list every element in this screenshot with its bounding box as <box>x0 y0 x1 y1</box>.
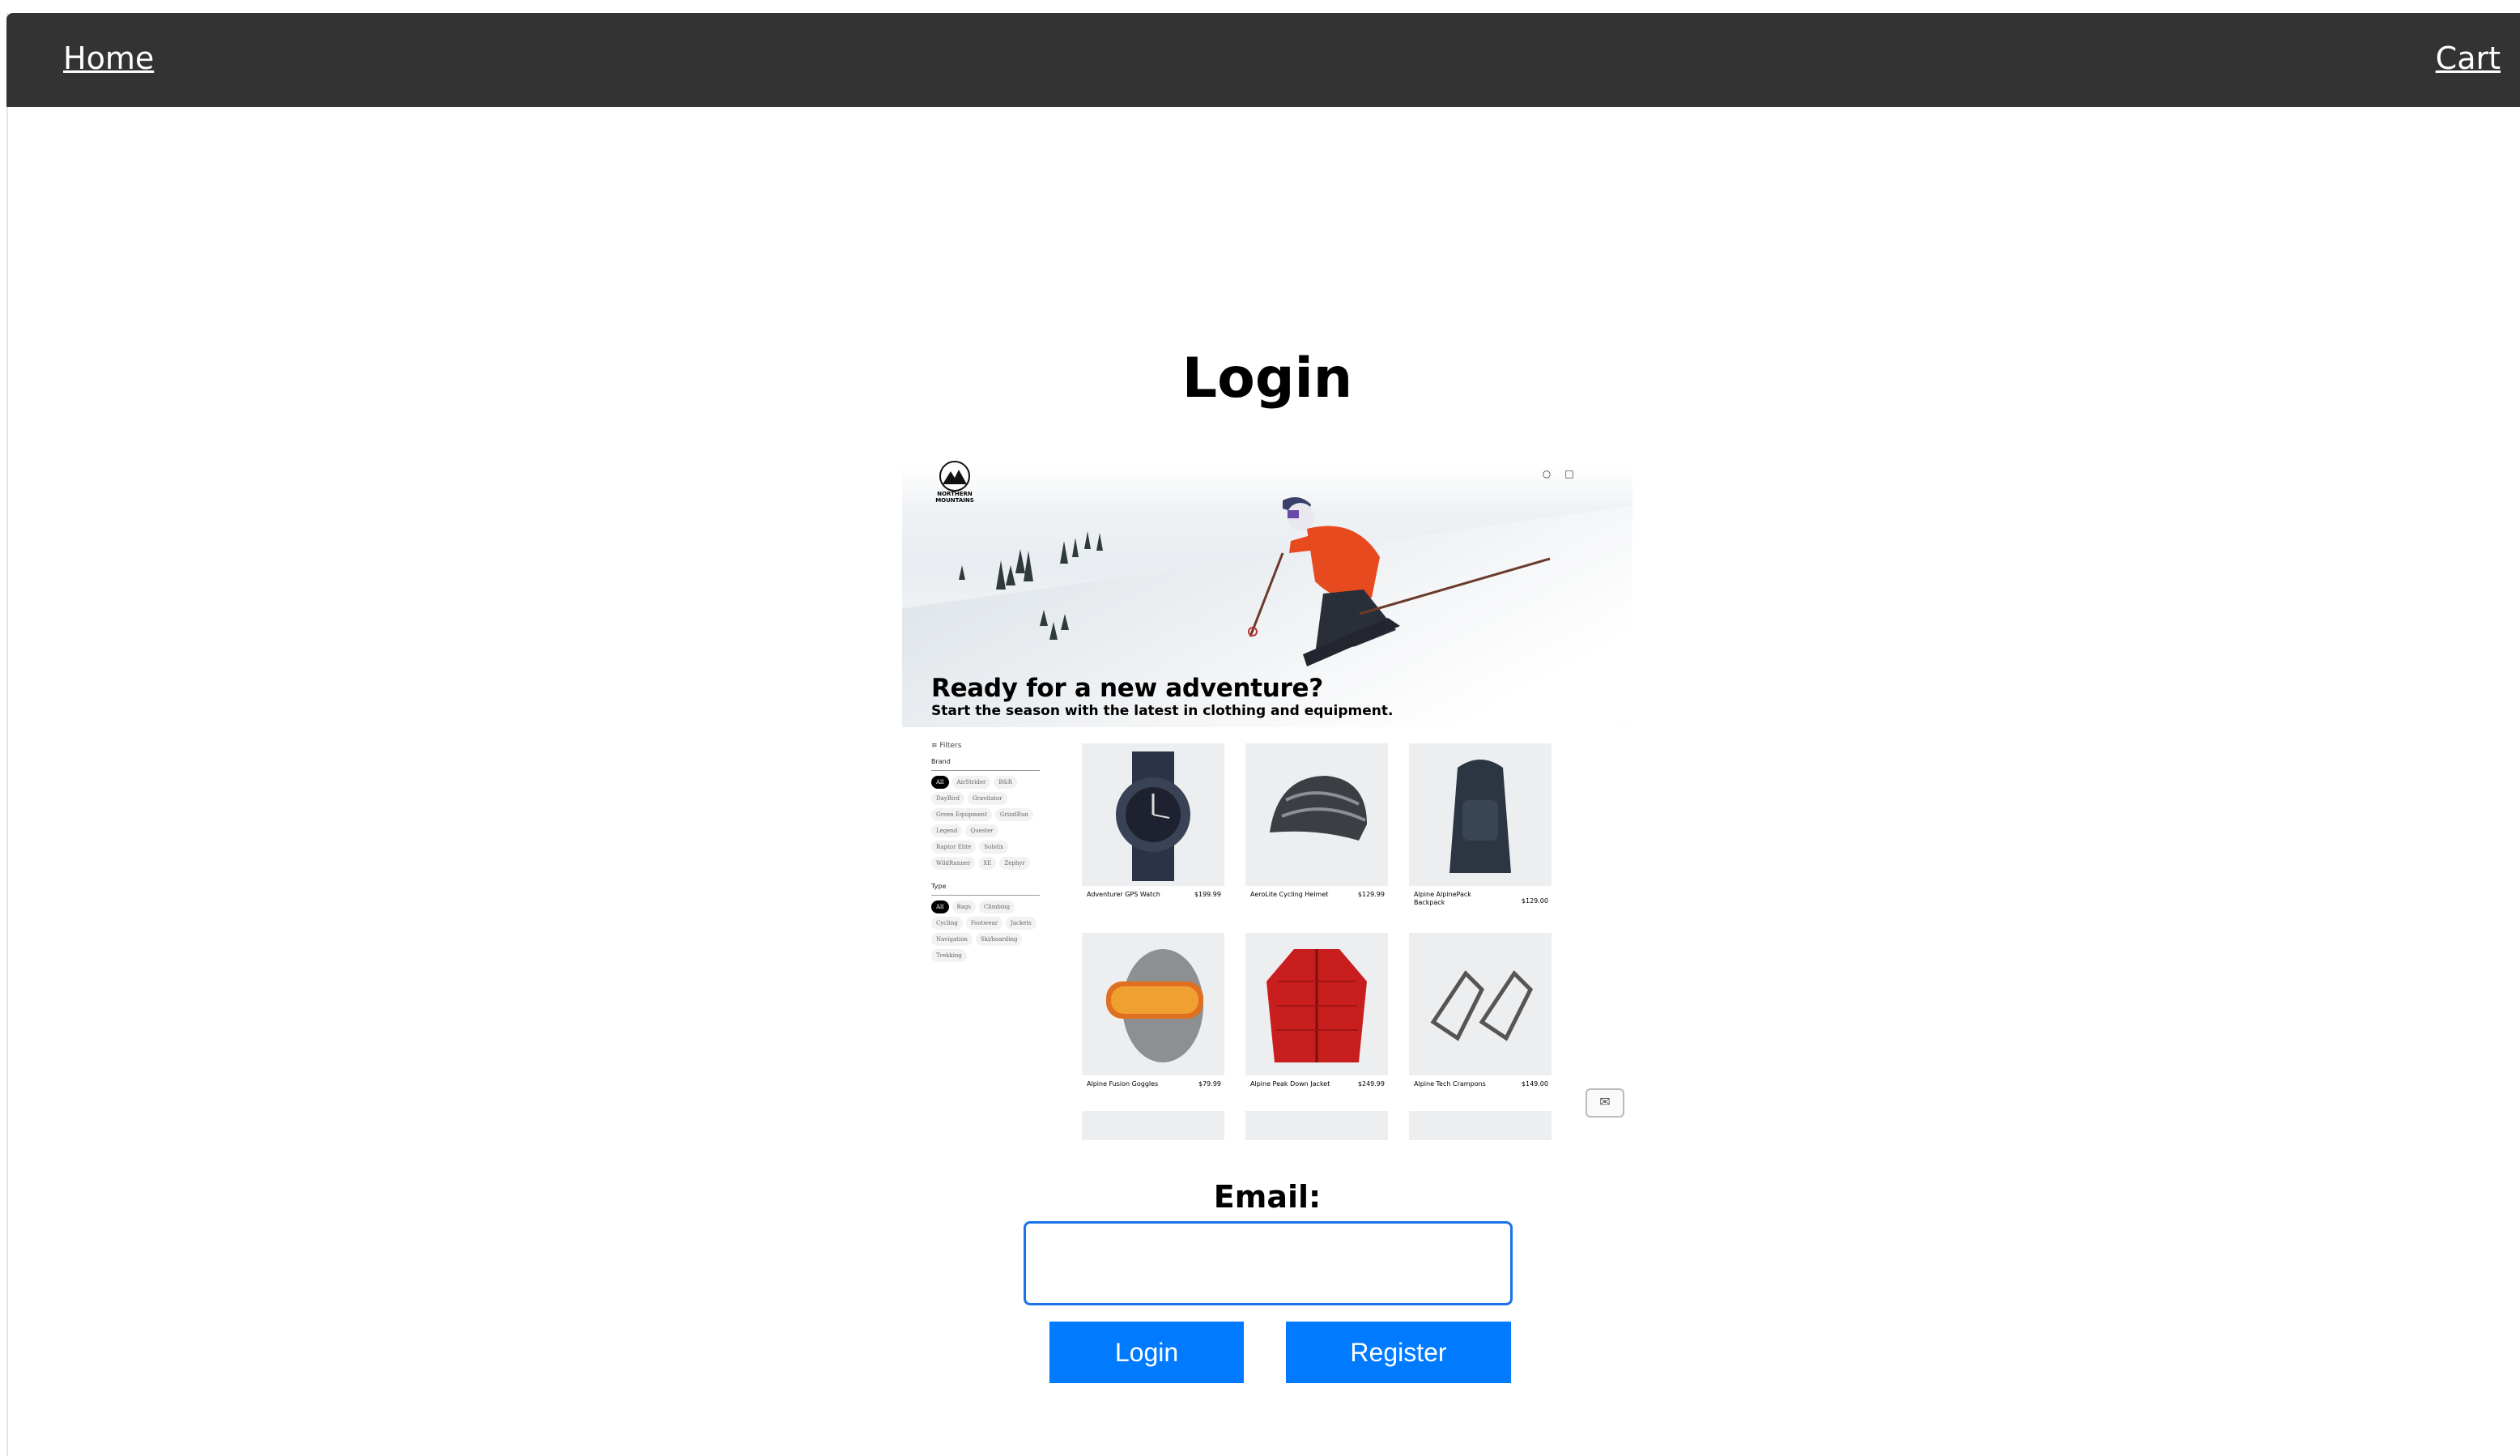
filter-chip[interactable]: Bags <box>951 900 976 913</box>
product-image <box>1409 933 1552 1075</box>
login-button[interactable]: Login <box>1049 1322 1244 1383</box>
bag-icon[interactable]: □ <box>1563 468 1576 481</box>
filters-panel: ≡ Filters Brand All AirStrider B&R DayBird G… <box>931 742 1040 975</box>
filter-chip[interactable]: Green Equipment <box>931 808 992 821</box>
product-price: $129.99 <box>1357 891 1385 898</box>
email-input[interactable] <box>1024 1221 1513 1305</box>
product-name: Alpine Tech Crampons <box>1414 1080 1486 1088</box>
top-navbar: Home Cart <box>6 13 2520 107</box>
product-price: $129.00 <box>1521 897 1548 905</box>
jacket-icon <box>1266 949 1367 1062</box>
filter-chip[interactable]: XE <box>978 857 997 870</box>
product-card-partial <box>1082 1111 1224 1140</box>
filter-chip[interactable]: Quester <box>965 824 998 837</box>
goggles-icon <box>1106 949 1203 1062</box>
filter-chip[interactable]: Solstix <box>979 841 1009 854</box>
chat-icon[interactable]: ✉ <box>1586 1088 1624 1118</box>
product-card[interactable]: AeroLite Cycling Helmet $129.99 <box>1245 743 1388 898</box>
product-image <box>1245 933 1388 1075</box>
filter-chip[interactable]: Zephyr <box>999 857 1030 870</box>
filter-chip[interactable]: All <box>931 900 949 913</box>
filter-chip[interactable]: B&R <box>994 776 1018 789</box>
filter-chip[interactable]: WildRunner <box>931 857 976 870</box>
product-image <box>1409 743 1552 886</box>
product-price: $249.99 <box>1357 1080 1385 1088</box>
product-name: Adventurer GPS Watch <box>1087 891 1160 898</box>
filter-chip[interactable]: All <box>931 776 949 789</box>
product-image <box>1245 743 1388 886</box>
page-title: Login <box>1181 347 1353 411</box>
brand-chips: All AirStrider B&R DayBird Gravitator Green E… <box>931 776 1040 870</box>
product-card[interactable]: Alpine AlpinePack Backpack $129.00 <box>1409 743 1552 906</box>
brand-logo-text: NORTHERN MOUNTAINS <box>935 491 974 504</box>
type-chips: All Bags Climbing Cycling Footwear Jackets Nav… <box>931 900 1040 962</box>
product-price: $199.99 <box>1194 891 1221 898</box>
filter-chip[interactable]: DayBird <box>931 792 964 805</box>
product-price: $149.00 <box>1521 1080 1548 1088</box>
filter-chip[interactable]: Cycling <box>931 917 963 930</box>
filter-chip[interactable]: Navigation <box>931 933 973 946</box>
hero-title: Ready for a new adventure? <box>931 674 1323 703</box>
hero-banner: NORTHERN MOUNTAINS ○ □ Ready for a new a… <box>902 460 1632 727</box>
product-card[interactable]: Alpine Tech Crampons $149.00 <box>1409 933 1552 1088</box>
filter-chip[interactable]: Raptor Elite <box>931 841 977 854</box>
product-name: Alpine AlpinePack Backpack <box>1414 891 1471 906</box>
filter-chip[interactable]: Ski/boarding <box>975 933 1023 946</box>
product-card[interactable]: Adventurer GPS Watch $199.99 <box>1082 743 1224 898</box>
hero-subtitle: Start the season with the latest in clot… <box>931 703 1394 719</box>
product-price: $79.99 <box>1198 1080 1221 1088</box>
helmet-icon <box>1270 776 1367 841</box>
filter-chip[interactable]: AirStrider <box>951 776 991 789</box>
product-name: Alpine Peak Down Jacket <box>1250 1080 1330 1088</box>
cart-link[interactable]: Cart <box>2436 40 2501 76</box>
register-button[interactable]: Register <box>1286 1322 1511 1383</box>
product-name: AeroLite Cycling Helmet <box>1250 891 1329 898</box>
filter-chip[interactable]: Gravitator <box>967 792 1007 805</box>
store-preview-image: NORTHERN MOUNTAINS ○ □ Ready for a new a… <box>902 460 1632 1140</box>
email-label: Email: <box>1213 1179 1322 1215</box>
product-card[interactable]: Alpine Peak Down Jacket $249.99 <box>1245 933 1388 1088</box>
product-card-partial <box>1245 1111 1388 1140</box>
filters-label: Filters <box>939 742 962 750</box>
filter-chip[interactable]: Footwear <box>965 917 1003 930</box>
user-icon[interactable]: ○ <box>1540 468 1553 481</box>
type-heading: Type <box>931 883 1040 896</box>
watch-icon <box>1116 751 1190 881</box>
product-card-partial <box>1409 1111 1552 1140</box>
filter-chip[interactable]: Trekking <box>931 949 967 962</box>
product-card[interactable]: Alpine Fusion Goggles $79.99 <box>1082 933 1224 1088</box>
product-image <box>1082 933 1224 1075</box>
brand-heading: Brand <box>931 758 1040 771</box>
filter-chip[interactable]: GrizzlRun <box>994 808 1033 821</box>
product-image <box>1082 743 1224 886</box>
crampons-icon <box>1430 970 1534 1041</box>
filter-chip[interactable]: Legend <box>931 824 963 837</box>
product-name: Alpine Fusion Goggles <box>1087 1080 1159 1088</box>
filters-header[interactable]: ≡ Filters <box>931 742 1040 750</box>
filter-chip[interactable]: Jackets <box>1006 917 1037 930</box>
filter-chip[interactable]: Climbing <box>978 900 1015 913</box>
backpack-icon <box>1449 760 1511 873</box>
home-link[interactable]: Home <box>63 40 154 76</box>
